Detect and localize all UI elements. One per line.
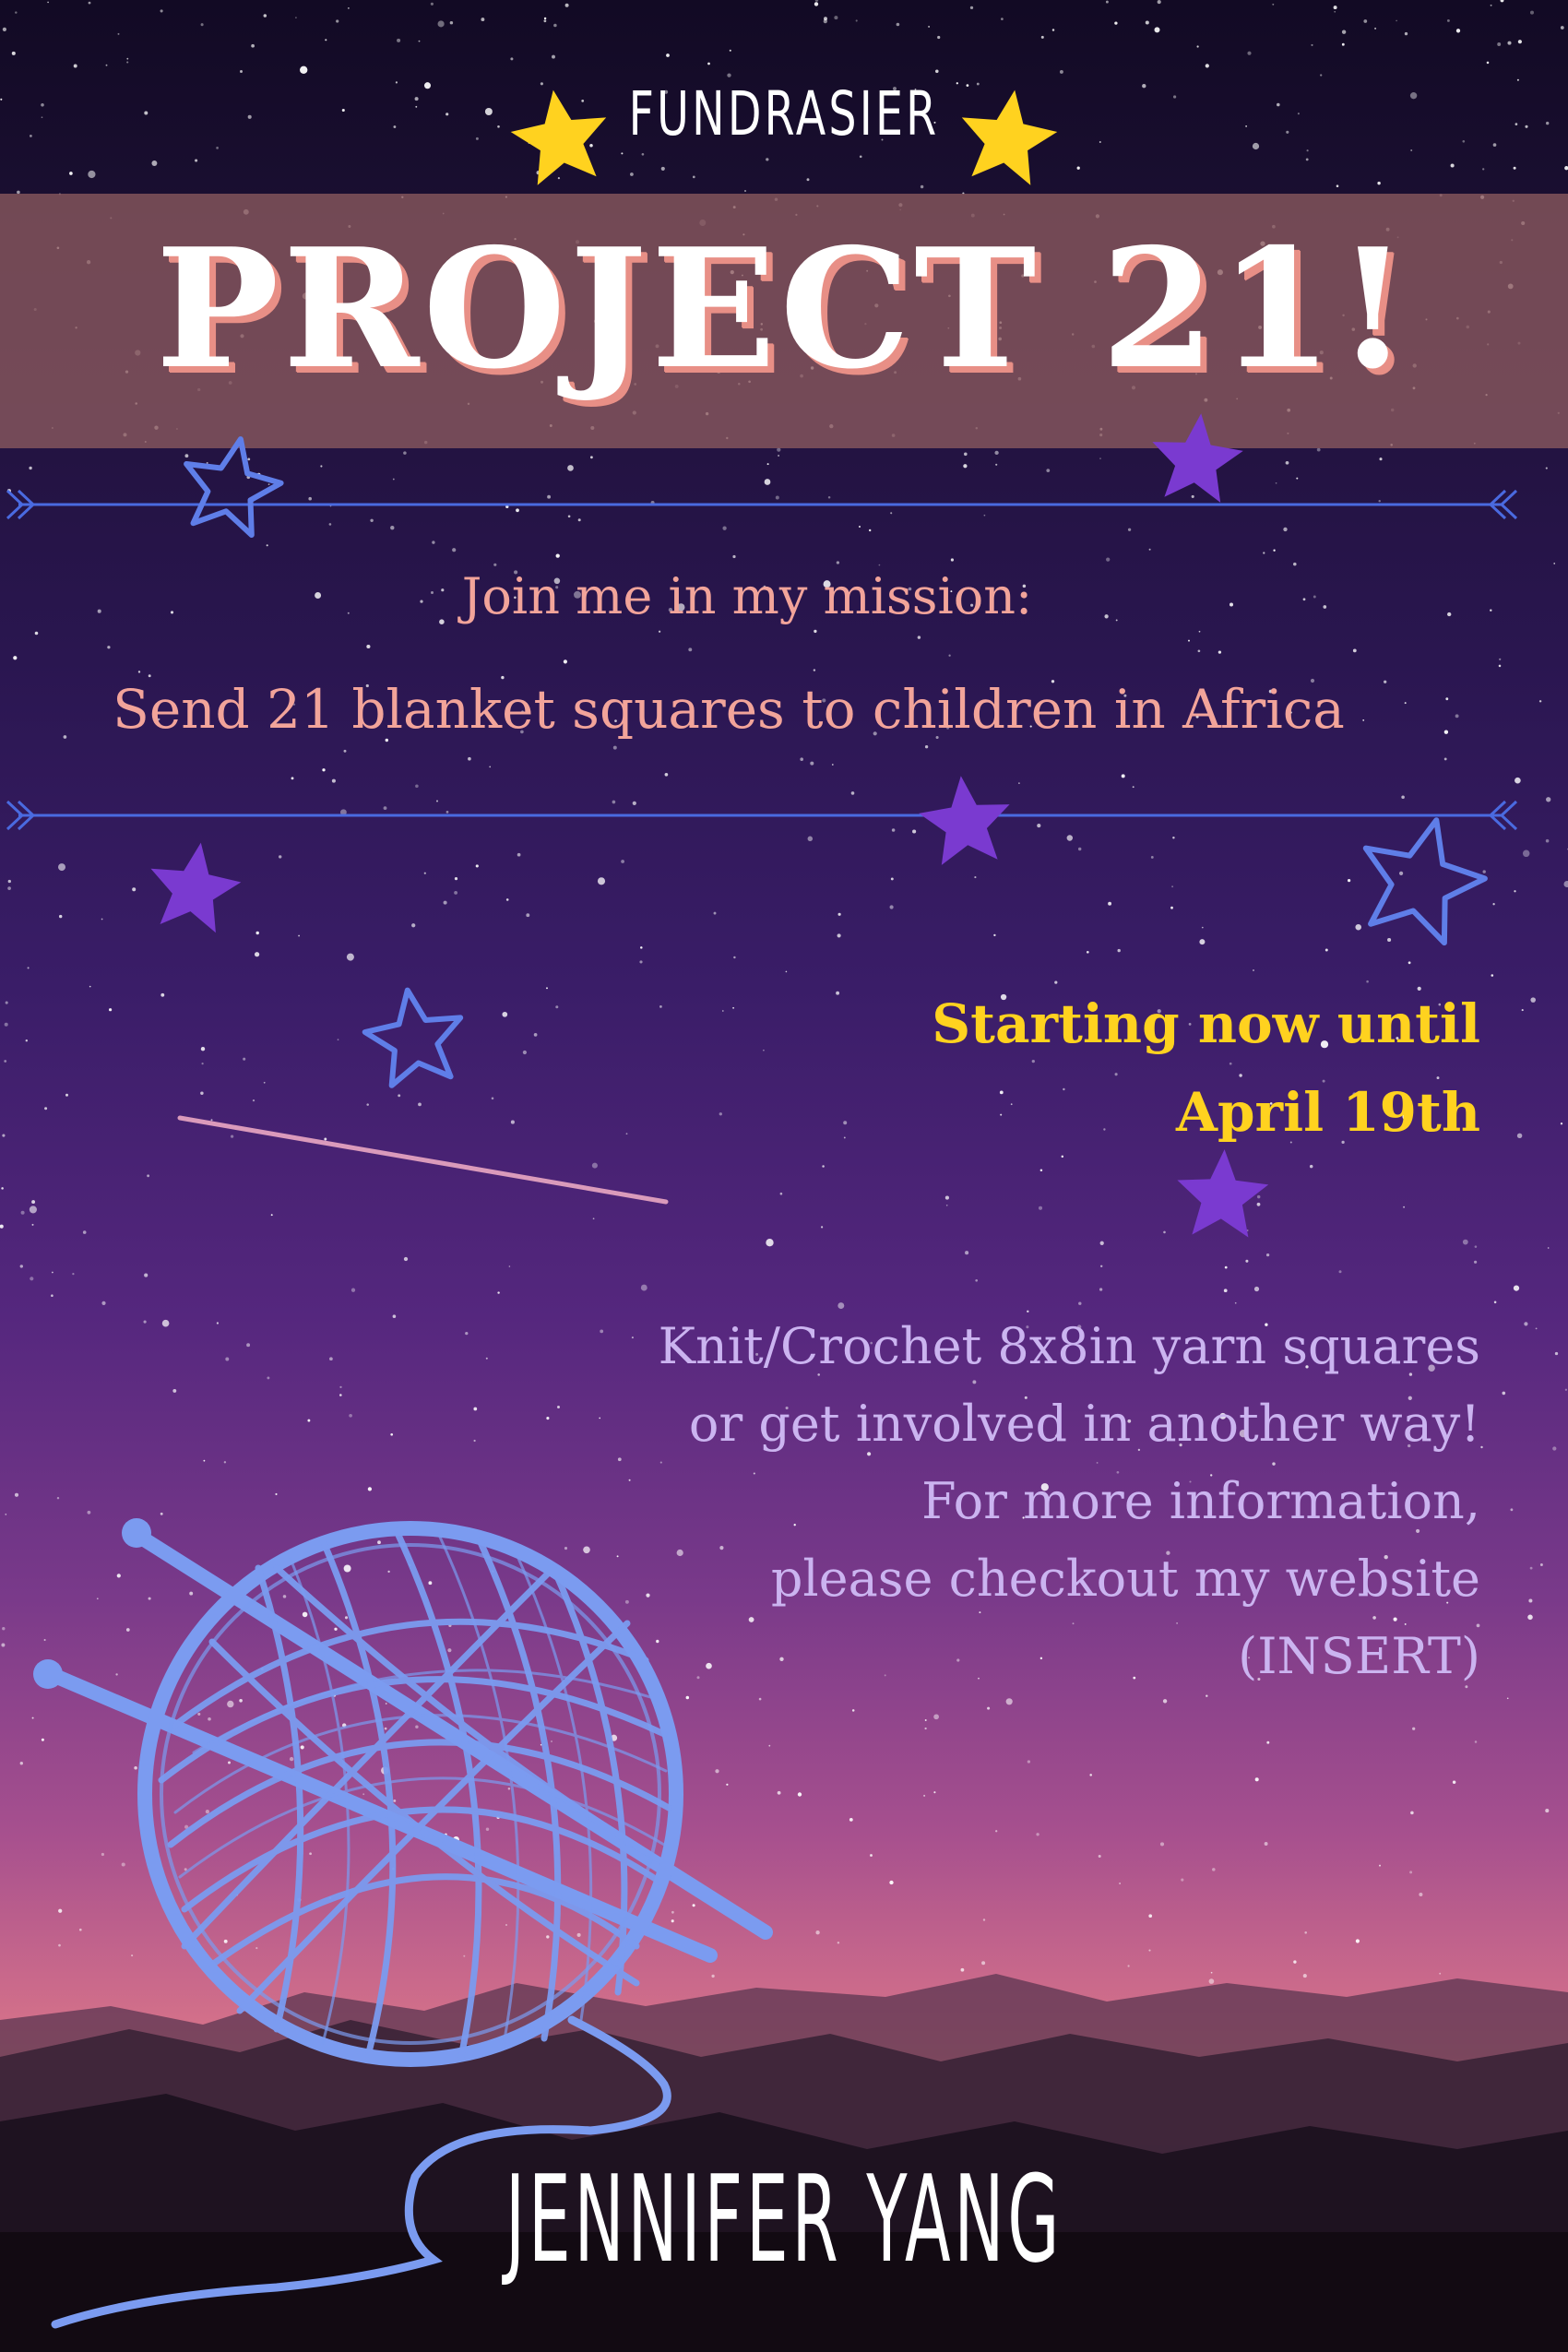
shooting-star-icon: [177, 1115, 669, 1205]
info-line: please checkout my website: [770, 1550, 1480, 1608]
info-line: Knit/Crochet 8x8in yarn squares: [658, 1317, 1480, 1375]
info-website-placeholder: (INSERT): [1238, 1627, 1480, 1685]
star-icon: [150, 842, 242, 933]
divider-line-bottom: [6, 800, 1518, 831]
date-range-line-2: April 19th: [1175, 1081, 1480, 1144]
star-icon: [1177, 1149, 1269, 1238]
date-range: Starting now until April 19th: [932, 980, 1480, 1157]
mission-heading: Join me in my mission:: [461, 567, 1033, 625]
organizer-name: JENNIFER YANG: [505, 2149, 1063, 2289]
star-icon: [184, 436, 284, 538]
divider-line-top: [6, 489, 1518, 520]
star-icon: [961, 89, 1058, 185]
star-icon: [1362, 817, 1488, 946]
mission-goal: Send 21 blanket squares to children in A…: [113, 678, 1345, 741]
decoration-layer: [6, 89, 1518, 2329]
info-line: or get involved in another way!: [688, 1395, 1480, 1453]
star-icon: [919, 776, 1010, 865]
star-icon: [1152, 413, 1243, 503]
star-icon: [510, 89, 607, 185]
info-line: For more information,: [921, 1472, 1480, 1530]
date-range-line-1: Starting now until: [932, 992, 1480, 1055]
info-block: Knit/Crochet 8x8in yarn squares or get i…: [659, 1308, 1480, 1695]
poster: FUNDRASIER PROJECT 21! Join me in my mis…: [0, 0, 1568, 2352]
star-icon: [362, 987, 464, 1088]
